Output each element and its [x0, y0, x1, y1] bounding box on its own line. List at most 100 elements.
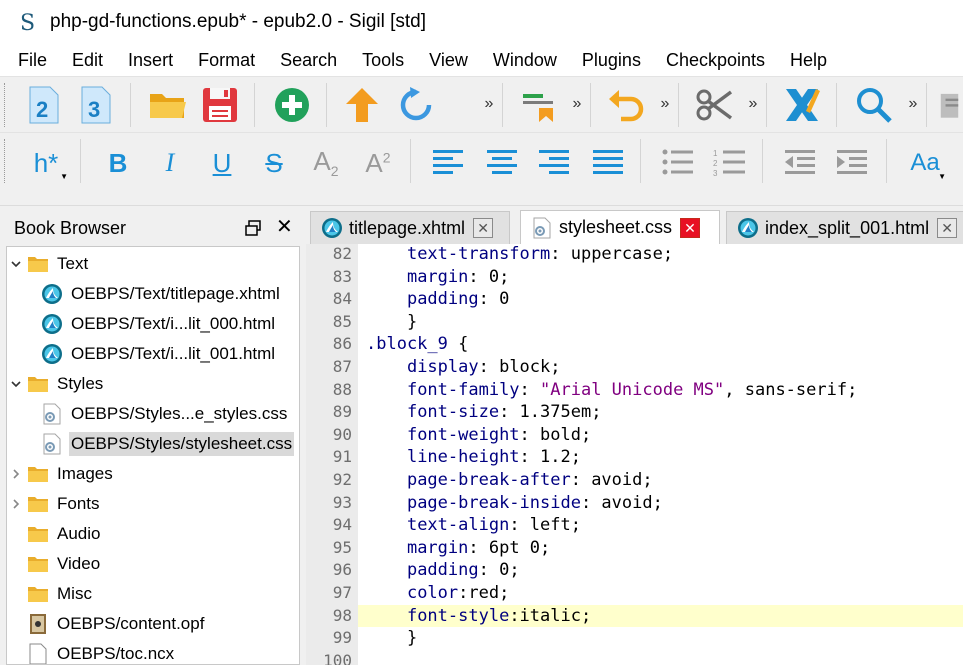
tree-file-item[interactable]: OEBPS/Text/i...lit_000.html [7, 309, 299, 339]
numbered-list-button[interactable]: 1 2 3 [710, 143, 750, 183]
new-epub3-button[interactable]: 3 [76, 85, 116, 125]
plus-circle-icon [275, 88, 309, 122]
tree-file-item[interactable]: OEBPS/content.opf [7, 609, 299, 639]
window-title: php-gd-functions.epub* - epub2.0 - Sigil… [50, 11, 427, 32]
toolbar-separator [678, 83, 679, 127]
tree-file-item[interactable]: OEBPS/Text/i...lit_001.html [7, 339, 299, 369]
menu-help[interactable]: Help [790, 50, 827, 71]
tree-folder-audio[interactable]: Audio [7, 519, 299, 549]
menu-edit[interactable]: Edit [72, 50, 103, 71]
menu-checkpoints[interactable]: Checkpoints [666, 50, 765, 71]
increase-indent-button[interactable] [832, 143, 872, 183]
toolbar-overflow-button[interactable]: » [746, 95, 760, 113]
align-right-button[interactable] [534, 143, 574, 183]
code-line: page-break-after: avoid; [358, 469, 963, 492]
align-right-icon [539, 150, 569, 174]
italic-button[interactable]: I [150, 143, 190, 183]
toolbar-overflow-button[interactable]: » [658, 95, 672, 113]
new-epub2-button[interactable]: 2 [24, 85, 64, 125]
html-file-icon [41, 283, 63, 305]
strikethrough-button[interactable]: S [254, 143, 294, 183]
line-number: 88 [332, 379, 352, 399]
underline-button[interactable]: U [202, 143, 242, 183]
menu-plugins[interactable]: Plugins [582, 50, 641, 71]
validate-button[interactable] [782, 85, 822, 125]
chevron-down-icon[interactable] [9, 257, 23, 271]
undo-button[interactable] [606, 85, 646, 125]
add-file-button[interactable] [272, 85, 312, 125]
css-value: : left; [509, 515, 581, 536]
heading-dropdown[interactable]: h* ▼ [22, 143, 70, 183]
tree-folder-misc[interactable]: Misc [7, 579, 299, 609]
line-number: 95 [332, 537, 352, 557]
toolbar-grip[interactable] [4, 83, 7, 127]
subscript-button[interactable]: A2 [306, 143, 346, 183]
html-file-icon [41, 343, 63, 365]
menu-insert[interactable]: Insert [128, 50, 173, 71]
insert-marker-button[interactable] [518, 85, 558, 125]
toolbar-grip[interactable] [4, 139, 7, 183]
tree-folder-text[interactable]: Text [7, 249, 299, 279]
superscript-button[interactable]: A2 [358, 143, 398, 183]
tree-item-label: OEBPS/Styles...e_styles.css [71, 404, 288, 423]
tab-titlepage-xhtml[interactable]: titlepage.xhtml ✕ [310, 211, 510, 244]
tree-file-item[interactable]: OEBPS/Text/titlepage.xhtml [7, 279, 299, 309]
cut-button[interactable] [694, 85, 734, 125]
tab-close-icon[interactable]: ✕ [680, 217, 701, 238]
change-case-dropdown[interactable]: Aa ▼ [900, 143, 950, 183]
tree-folder-styles[interactable]: Styles [7, 369, 299, 399]
tree-folder-video[interactable]: Video [7, 549, 299, 579]
css-property: padding [406, 560, 479, 581]
chevron-right-icon[interactable] [9, 467, 23, 481]
float-panel-icon[interactable] [244, 219, 262, 237]
clipboard-button[interactable] [936, 85, 963, 125]
open-button[interactable] [148, 85, 188, 125]
change-case-icon: Aa [910, 149, 940, 176]
menu-format[interactable]: Format [198, 50, 255, 71]
menu-bar: File Edit Insert Format Search Tools View Windo… [0, 44, 963, 76]
menu-file[interactable]: File [18, 50, 47, 71]
code-line: font-size: 1.375em; [358, 401, 963, 424]
menu-window[interactable]: Window [493, 50, 557, 71]
menu-tools[interactable]: Tools [362, 50, 404, 71]
tree-folder-images[interactable]: Images [7, 459, 299, 489]
tree-file-item[interactable]: OEBPS/Styles/stylesheet.css [7, 429, 299, 459]
css-value: : 0 [478, 289, 510, 310]
bold-icon: B [108, 147, 128, 178]
bold-button[interactable]: B [98, 143, 138, 183]
decrease-indent-button[interactable] [780, 143, 820, 183]
tab-stylesheet-css[interactable]: stylesheet.css ✕ [520, 210, 720, 244]
justify-button[interactable] [588, 143, 628, 183]
line-number: 96 [332, 560, 352, 580]
underline-icon: U [212, 147, 232, 178]
tree-file-item[interactable]: OEBPS/Styles...e_styles.css [7, 399, 299, 429]
tree-item-label: OEBPS/Text/i...lit_000.html [71, 314, 276, 333]
close-icon[interactable]: ✕ [276, 217, 293, 237]
tree-item-label: Styles [57, 374, 104, 393]
dropdown-arrow-icon: ▼ [60, 172, 68, 181]
upload-button[interactable] [342, 85, 382, 125]
tab-index_split_001-html[interactable]: index_split_001.html ✕ [726, 211, 963, 244]
chevron-right-icon[interactable] [9, 497, 23, 511]
toolbar-overflow-button[interactable]: » [482, 95, 496, 113]
bullet-list-button[interactable] [658, 143, 698, 183]
menu-search[interactable]: Search [280, 50, 337, 71]
tab-close-icon[interactable]: ✕ [473, 218, 494, 238]
line-number: 90 [332, 424, 352, 444]
align-left-button[interactable] [428, 143, 468, 183]
code-text: { [447, 334, 469, 355]
tree-folder-fonts[interactable]: Fonts [7, 489, 299, 519]
save-button[interactable] [200, 85, 240, 125]
chevron-down-icon[interactable] [9, 377, 23, 391]
refresh-button[interactable] [396, 85, 436, 125]
tab-close-icon[interactable]: ✕ [937, 218, 958, 238]
code-editor[interactable]: 82 83 84 85 86 87 88 89 90 91 92 93 94 95 96 97 98 99 100 … [306, 244, 963, 665]
find-button[interactable] [854, 85, 894, 125]
tree-file-item[interactable]: OEBPS/toc.ncx [7, 639, 299, 664]
menu-view[interactable]: View [429, 50, 468, 71]
toolbar-overflow-button[interactable]: » [906, 95, 920, 113]
toolbar-overflow-button[interactable]: » [570, 95, 584, 113]
css-value: :red; [458, 583, 510, 603]
align-center-button[interactable] [482, 143, 522, 183]
